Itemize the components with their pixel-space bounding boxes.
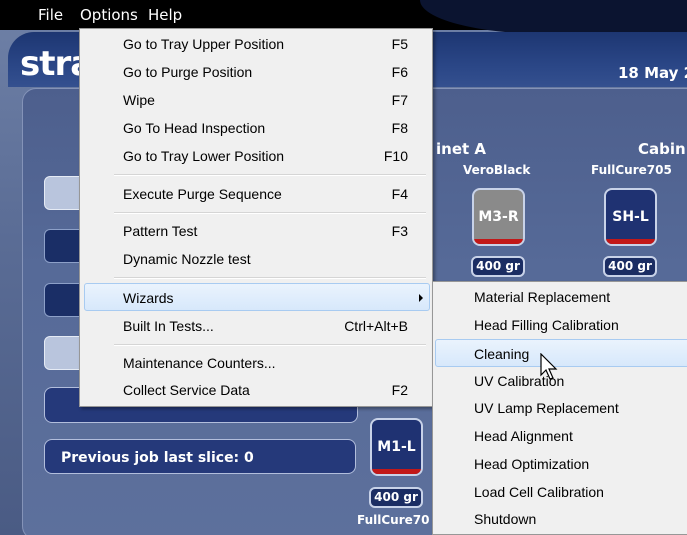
cabinet-b-title: Cabin bbox=[638, 140, 686, 158]
menu-item-label: Load Cell Calibration bbox=[474, 484, 604, 500]
cartridge-weight: 400 gr bbox=[369, 487, 423, 508]
cartridge-level-bar bbox=[372, 469, 421, 474]
menu-separator bbox=[114, 277, 426, 279]
wizard-head-alignment[interactable]: Head Alignment bbox=[437, 423, 687, 449]
menu-item-wizards[interactable]: Wizards bbox=[84, 283, 430, 311]
menu-item-tray-upper[interactable]: Go to Tray Upper Position F5 bbox=[84, 31, 428, 57]
menu-item-shortcut: F4 bbox=[391, 186, 408, 202]
menu-item-tray-lower[interactable]: Go to Tray Lower Position F10 bbox=[84, 143, 428, 169]
menu-item-shortcut: F3 bbox=[391, 223, 408, 239]
cartridge-material: VeroBlack bbox=[463, 163, 531, 177]
menu-item-label: Shutdown bbox=[474, 511, 537, 527]
previous-job-label: Previous job last slice: 0 bbox=[44, 439, 356, 474]
menu-item-shortcut: F10 bbox=[383, 148, 408, 164]
cartridge-slot-label: M1-L bbox=[377, 439, 416, 455]
menu-item-label: Wipe bbox=[123, 92, 155, 108]
menu-item-shortcut: F6 bbox=[391, 64, 408, 80]
menu-file[interactable]: File bbox=[38, 6, 63, 24]
menu-item-label: Go To Head Inspection bbox=[123, 120, 266, 136]
wizard-head-filling-calibration[interactable]: Head Filling Calibration bbox=[437, 312, 687, 338]
wizard-uv-lamp-replacement[interactable]: UV Lamp Replacement bbox=[437, 395, 687, 421]
menu-item-label: Maintenance Counters... bbox=[123, 355, 276, 371]
menu-item-label: Built In Tests... bbox=[123, 318, 214, 334]
menu-item-label: UV Lamp Replacement bbox=[474, 400, 619, 416]
menu-separator bbox=[114, 344, 426, 346]
wizard-head-optimization[interactable]: Head Optimization bbox=[437, 451, 687, 477]
menu-item-label: Head Filling Calibration bbox=[474, 317, 619, 333]
cabinet-a-title: inet A bbox=[436, 140, 486, 158]
cartridge-sh-l[interactable]: SH-L bbox=[604, 188, 657, 246]
menu-item-label: Dynamic Nozzle test bbox=[123, 251, 251, 267]
menu-item-dynamic-nozzle[interactable]: Dynamic Nozzle test bbox=[84, 246, 428, 272]
menu-item-label: Go to Tray Lower Position bbox=[123, 148, 285, 164]
menu-item-collect-service-data[interactable]: Collect Service Data F2 bbox=[84, 377, 428, 403]
menu-item-wipe[interactable]: Wipe F7 bbox=[84, 87, 428, 113]
menu-item-label: Wizards bbox=[123, 290, 174, 306]
cartridge-weight: 400 gr bbox=[603, 256, 657, 277]
cartridge-material: FullCure705 bbox=[591, 163, 672, 177]
menu-item-label: Execute Purge Sequence bbox=[123, 186, 282, 202]
menu-item-purge-sequence[interactable]: Execute Purge Sequence F4 bbox=[84, 181, 428, 207]
menu-item-label: Head Alignment bbox=[474, 428, 573, 444]
menu-help[interactable]: Help bbox=[148, 6, 182, 24]
title-curve bbox=[420, 0, 687, 34]
cartridge-m3-r[interactable]: M3-R bbox=[472, 188, 525, 246]
options-menu: Go to Tray Upper Position F5 Go to Purge… bbox=[79, 28, 433, 407]
cartridge-slot-label: M3-R bbox=[478, 209, 519, 225]
mouse-pointer-icon bbox=[540, 353, 558, 380]
cartridge-material: FullCure70 bbox=[357, 513, 430, 527]
menu-item-label: Cleaning bbox=[474, 346, 530, 362]
menu-item-label: Go to Purge Position bbox=[123, 64, 253, 80]
menu-item-shortcut: F2 bbox=[391, 382, 408, 398]
cartridge-m1-l[interactable]: M1-L bbox=[370, 418, 423, 476]
menu-item-purge-position[interactable]: Go to Purge Position F6 bbox=[84, 59, 428, 85]
wizard-material-replacement[interactable]: Material Replacement bbox=[437, 284, 687, 310]
wizard-shutdown[interactable]: Shutdown bbox=[437, 506, 687, 532]
menu-item-label: Collect Service Data bbox=[123, 382, 250, 398]
wizard-uv-calibration[interactable]: UV Calibration bbox=[437, 368, 687, 394]
menu-item-shortcut: F8 bbox=[391, 120, 408, 136]
menu-separator bbox=[114, 212, 426, 214]
menu-item-shortcut: F5 bbox=[391, 36, 408, 52]
menu-item-label: Material Replacement bbox=[474, 289, 611, 305]
menu-options[interactable]: Options bbox=[80, 6, 138, 24]
menu-item-label: Go to Tray Upper Position bbox=[123, 36, 285, 52]
menu-bar: File Options Help bbox=[0, 0, 687, 34]
cartridge-level-bar bbox=[474, 239, 523, 244]
cartridge-level-bar bbox=[606, 239, 655, 244]
menu-item-shortcut: Ctrl+Alt+B bbox=[344, 318, 408, 334]
menu-item-label: Pattern Test bbox=[123, 223, 198, 239]
date-label: 18 May 2 bbox=[618, 64, 687, 82]
wizard-cleaning[interactable]: Cleaning bbox=[435, 339, 687, 367]
menu-separator bbox=[114, 174, 426, 176]
menu-item-label: Head Optimization bbox=[474, 456, 590, 472]
menu-item-pattern-test[interactable]: Pattern Test F3 bbox=[84, 218, 428, 244]
menu-item-built-in-tests[interactable]: Built In Tests... Ctrl+Alt+B bbox=[84, 313, 428, 339]
menu-item-head-inspection[interactable]: Go To Head Inspection F8 bbox=[84, 115, 428, 141]
submenu-arrow-icon bbox=[419, 294, 423, 302]
cartridge-slot-label: SH-L bbox=[612, 209, 649, 225]
wizards-submenu: Material Replacement Head Filling Calibr… bbox=[432, 281, 687, 535]
menu-item-maintenance-counters[interactable]: Maintenance Counters... bbox=[84, 350, 428, 376]
menu-item-shortcut: F7 bbox=[391, 92, 408, 108]
cartridge-weight: 400 gr bbox=[471, 256, 525, 277]
wizard-load-cell-calibration[interactable]: Load Cell Calibration bbox=[437, 479, 687, 505]
